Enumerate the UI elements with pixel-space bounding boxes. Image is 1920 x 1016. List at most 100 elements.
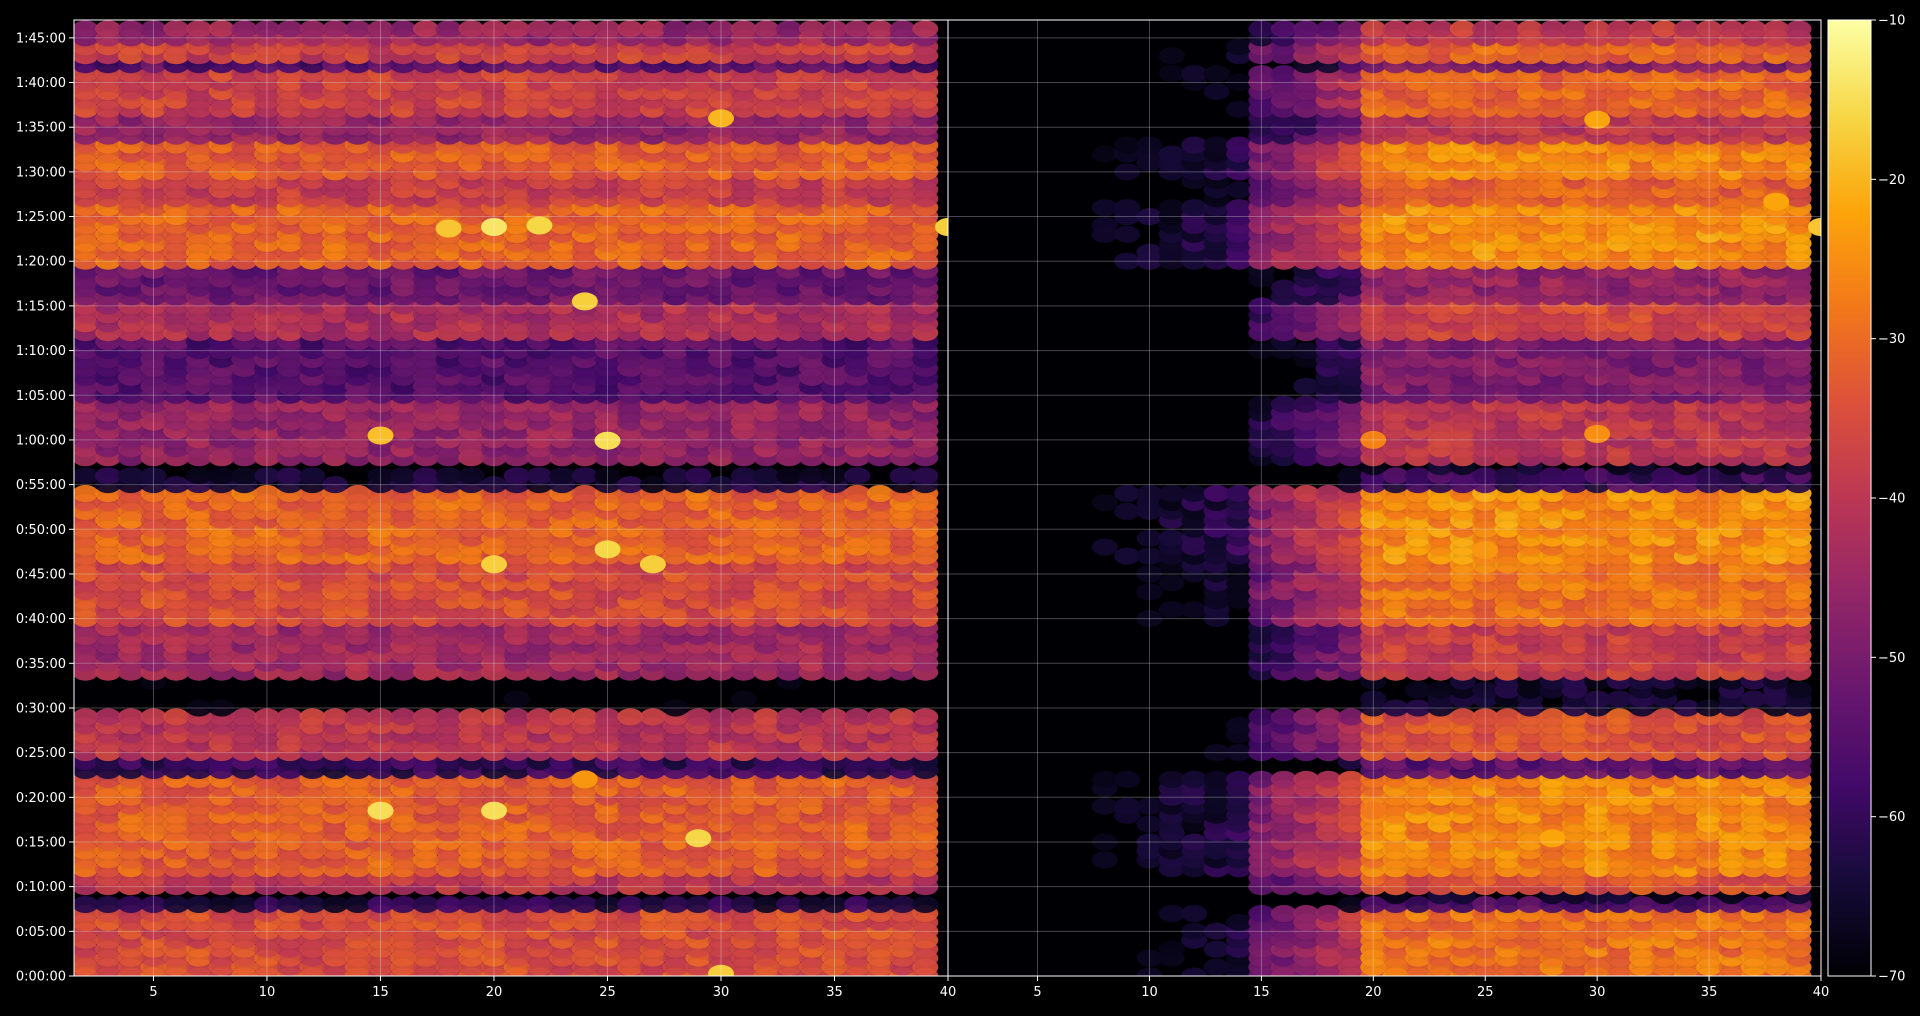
heatmap-cell <box>322 708 348 725</box>
heatmap-cell <box>890 467 916 484</box>
heatmap-cell <box>72 20 98 37</box>
heatmap-cell <box>776 467 802 484</box>
heatmap-cell <box>731 20 757 37</box>
heatmap-cell <box>277 708 303 725</box>
heatmap-cell <box>776 896 802 913</box>
heatmap-cell <box>322 896 348 913</box>
heatmap-cell <box>572 896 598 913</box>
heatmap-cell <box>685 20 711 37</box>
heatmap-cell <box>163 20 189 37</box>
heatmap-cell <box>1114 798 1140 815</box>
heatmap-cell <box>345 485 371 502</box>
y-tick-label: 1:25:00 <box>16 210 66 225</box>
heatmap-cell <box>504 708 530 725</box>
heatmap-cell <box>1651 708 1677 725</box>
heatmap-cell <box>1293 708 1319 725</box>
x-tick-label: 5 <box>149 985 157 1000</box>
heatmap-cell <box>1181 771 1207 788</box>
heatmap-cell <box>345 896 371 913</box>
y-tick-label: 0:35:00 <box>16 657 66 672</box>
heatmap-cell <box>277 20 303 37</box>
y-tick-label: 1:45:00 <box>16 31 66 46</box>
heatmap-cell <box>1338 708 1364 725</box>
heatmap-cell <box>1181 601 1207 618</box>
heatmap-cell <box>504 20 530 37</box>
heatmap-cell <box>458 467 484 484</box>
heatmap-cell <box>1092 771 1118 788</box>
heatmap-cell <box>1539 708 1565 725</box>
heatmap-cell <box>186 467 212 484</box>
heatmap-cell <box>209 467 235 484</box>
heatmap-cell <box>1159 905 1185 922</box>
heatmap-cell <box>504 467 530 484</box>
heatmap-cell <box>640 896 666 913</box>
heatmap-cell <box>663 467 689 484</box>
heatmap-cell <box>549 20 575 37</box>
heatmap-cell <box>299 20 325 37</box>
heatmap-cell <box>912 20 938 37</box>
heatmap-cell <box>72 485 98 502</box>
heatmap-cell <box>685 896 711 913</box>
x-tick-label: 25 <box>599 985 616 1000</box>
heatmap-cell <box>753 467 779 484</box>
heatmap-cell <box>753 20 779 37</box>
heatmap-cell <box>277 467 303 484</box>
y-tick-label: 0:25:00 <box>16 746 66 761</box>
heatmap-cell <box>617 708 643 725</box>
heatmap-cell <box>526 708 552 725</box>
heatmap-cell <box>640 708 666 725</box>
heatmap-cell <box>1405 896 1431 913</box>
heatmap-cell <box>1159 941 1185 958</box>
heatmap-cell <box>685 708 711 725</box>
heatmap-cell <box>753 708 779 725</box>
y-tick-label: 1:40:00 <box>16 76 66 91</box>
heatmap-cell <box>890 20 916 37</box>
x-tick-label: 15 <box>372 985 389 1000</box>
heatmap-cell <box>1607 691 1633 708</box>
heatmap-cell <box>1181 905 1207 922</box>
heatmap-cell <box>1428 682 1454 699</box>
heatmap-cell <box>617 896 643 913</box>
heatmap-cell <box>731 467 757 484</box>
heatmap-cell <box>572 20 598 37</box>
heatmap-cell <box>390 20 416 37</box>
x-tick-label: 40 <box>940 985 957 1000</box>
heatmap-cell <box>118 20 144 37</box>
y-tick-label: 1:15:00 <box>16 299 66 314</box>
y-tick-label: 1:30:00 <box>16 165 66 180</box>
heatmap-cell <box>231 708 257 725</box>
heatmap-cell <box>572 485 598 502</box>
heatmap-cell <box>413 20 439 37</box>
heatmap-cell <box>867 485 893 502</box>
y-tick-label: 0:05:00 <box>16 925 66 940</box>
heatmap-cell <box>526 20 552 37</box>
heatmap-cell <box>95 708 121 725</box>
x-tick-label: 30 <box>713 985 730 1000</box>
heatmap-cell <box>731 896 757 913</box>
heatmap-cell <box>163 708 189 725</box>
heatmap-cell <box>458 20 484 37</box>
y-tick-label: 1:00:00 <box>16 433 66 448</box>
heatmap-cell <box>1226 771 1252 788</box>
heatmap-cell <box>1316 905 1342 922</box>
heatmap-cell <box>458 708 484 725</box>
heatmap-cell <box>1741 708 1767 725</box>
heatmap-cell <box>72 896 98 913</box>
heatmap-cell <box>549 708 575 725</box>
heatmap-cell <box>912 467 938 484</box>
heatmap-cell <box>640 20 666 37</box>
heatmap-cell <box>504 896 530 913</box>
heatmap-cell <box>413 467 439 484</box>
y-tick-label: 1:20:00 <box>16 255 66 270</box>
heatmap-cell <box>1114 771 1140 788</box>
heatmap-cell <box>1159 771 1185 788</box>
heatmap-cell <box>1450 708 1476 725</box>
heatmap-cell <box>436 467 462 484</box>
heatmap-cell <box>231 896 257 913</box>
heatmap-cell <box>799 467 825 484</box>
y-tick-label: 0:00:00 <box>16 970 66 985</box>
heatmap-cell <box>844 467 870 484</box>
heatmap-cell <box>1741 691 1767 708</box>
heatmap-cell <box>1629 896 1655 913</box>
heatmap-cell <box>95 20 121 37</box>
